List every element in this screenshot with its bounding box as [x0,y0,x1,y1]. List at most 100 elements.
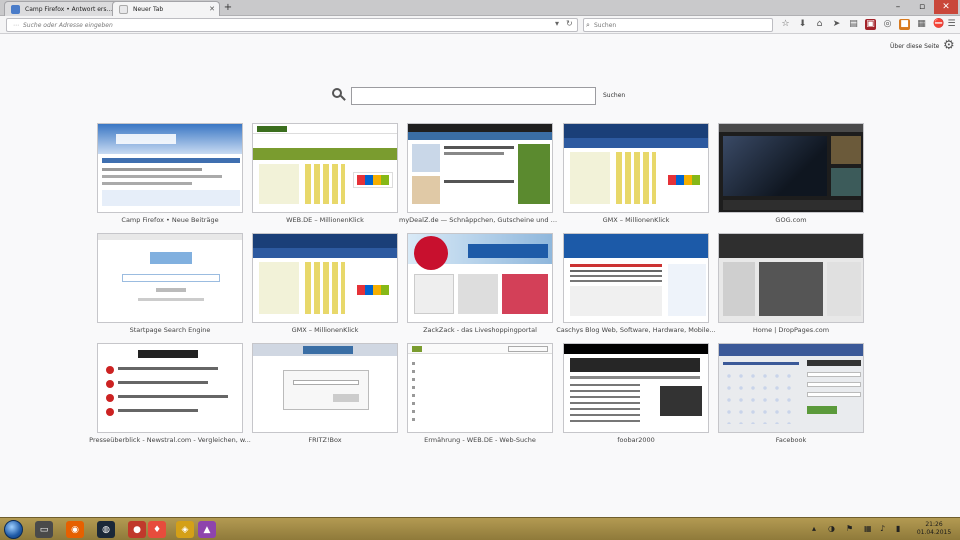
identity-icon[interactable]: ⋯ [13,22,19,29]
url-placeholder: Suche oder Adresse eingeben [23,21,113,29]
tile-thumbnail [252,343,398,433]
explorer-icon[interactable]: ▭ [35,521,53,538]
tray-flag-icon[interactable]: ⚑ [846,524,853,533]
tile-thumbnail [97,233,243,323]
tile-thumbnail [718,123,864,213]
addon-orange-icon[interactable]: ■ [899,19,910,30]
firefox-favicon-icon [11,5,20,14]
tray-app-icon[interactable]: ◑ [828,524,835,533]
tile-camp-firefox[interactable]: Camp Firefox • Neue Beiträge [97,123,243,225]
tile-thumbnail [407,233,553,323]
tile-title: FRITZ!Box [308,436,342,444]
close-window-button[interactable]: ✕ [934,0,958,14]
tile-title: GOG.com [775,216,807,224]
tile-title: foobar2000 [617,436,655,444]
addon-grey-icon[interactable]: ▦ [916,19,927,30]
tile-thumbnail [718,343,864,433]
bookmark-star-icon[interactable]: ☆ [780,19,791,30]
tile-thumbnail [718,233,864,323]
tab-new-tab[interactable]: Neuer Tab ✕ [112,1,220,16]
addon-red-icon[interactable]: ▣ [865,19,876,30]
tab-camp-firefox[interactable]: Camp Firefox • Antwort ers... [4,1,124,16]
tile-newstral[interactable]: Presseüberblick - Newstral.com - Verglei… [89,343,251,445]
tile-thumbnail [97,343,243,433]
tile-thumbnail [252,233,398,323]
download-icon[interactable]: ⬇ [797,19,808,30]
blank-page-icon [119,5,128,14]
tile-title: Ermährung - WEB.DE - Web-Suche [424,436,536,444]
windows-taskbar: ▭ ◉ ◍ ● ♦ ◈ ▲ ▴ ◑ ⚑ ▦ ♪ ▮ 21:26 01.04.20… [0,517,960,540]
url-bar[interactable]: ⋯ Suche oder Adresse eingeben [6,18,578,32]
app-purple-icon[interactable]: ▲ [198,521,216,538]
tile-thumbnail [563,233,709,323]
tile-title: Presseüberblick - Newstral.com - Verglei… [89,436,251,444]
bookmarks-list-icon[interactable]: ▤ [848,19,859,30]
tile-thumbnail [563,343,709,433]
tile-title: Facebook [775,436,807,444]
dropdown-history-icon[interactable]: ▾ [555,19,559,29]
search-input[interactable] [351,87,596,105]
tile-fritzbox[interactable]: FRITZ!Box [252,343,398,445]
tile-thumbnail [252,123,398,213]
tile-title: Home | DropPages.com [752,326,830,334]
tile-droppages[interactable]: Home | DropPages.com [718,233,864,335]
tile-caschys-blog[interactable]: Caschys Blog Web, Software, Hardware, Mo… [556,233,716,335]
tray-volume-icon[interactable]: ♪ [880,524,885,533]
about-page-link[interactable]: Über diese Seite [890,43,939,50]
search-bar[interactable]: ⌕ Suchen [583,18,773,32]
send-icon[interactable]: ➤ [831,19,842,30]
tile-title: Startpage Search Engine [129,326,211,334]
reload-icon[interactable]: ↻ [566,19,573,29]
tile-title: GMX – MillionenKlick [602,216,670,224]
adblock-icon[interactable]: ⛔ [933,19,944,30]
search-icon [332,88,346,102]
tile-startpage[interactable]: Startpage Search Engine [97,233,243,335]
close-tab-icon[interactable]: ✕ [209,5,215,14]
maximize-button[interactable]: ▫ [910,0,934,14]
tray-network-icon[interactable]: ▦ [864,524,872,533]
menu-icon[interactable]: ☰ [946,19,957,30]
tile-gog[interactable]: GOG.com [718,123,864,225]
app-yellow-icon[interactable]: ◈ [176,521,194,538]
tile-webde-suche[interactable]: Ermährung - WEB.DE - Web-Suche [407,343,553,445]
navigation-toolbar: ⋯ Suche oder Adresse eingeben ▾ ↻ ⌕ Such… [0,16,960,34]
tile-title: GMX – MillionenKlick [291,326,359,334]
app-red-icon[interactable]: ● [128,521,146,538]
app-tray-icon[interactable]: ♦ [148,521,166,538]
tile-gmx-millionenklick-2[interactable]: GMX – MillionenKlick [252,233,398,335]
tile-thumbnail [563,123,709,213]
tile-title: Caschys Blog Web, Software, Hardware, Mo… [556,326,716,334]
clock-date: 01.04.2015 [916,529,952,536]
tile-title: WEB.DE – MillionenKlick [286,216,364,224]
tray-battery-icon[interactable]: ▮ [896,524,900,533]
tile-zackzack[interactable]: ZackZack - das Liveshoppingportal [407,233,553,335]
gear-icon[interactable]: ⚙ [943,38,955,53]
taskbar-clock[interactable]: 21:26 01.04.2015 [912,521,956,537]
tile-facebook[interactable]: Facebook [718,343,864,445]
tile-webde-millionenklick[interactable]: WEB.DE – MillionenKlick [252,123,398,225]
search-button[interactable]: Suchen [600,89,628,103]
search-bar-placeholder: Suchen [594,21,617,29]
tile-thumbnail [407,123,553,213]
tile-foobar2000[interactable]: foobar2000 [563,343,709,445]
tile-title: ZackZack - das Liveshoppingportal [423,326,537,334]
tab-label: Neuer Tab [133,5,164,13]
tile-gmx-millionenklick[interactable]: GMX – MillionenKlick [563,123,709,225]
tray-arrow-icon[interactable]: ▴ [812,524,816,533]
start-button[interactable] [4,520,23,539]
steam-icon[interactable]: ◍ [97,521,115,538]
tile-thumbnail [97,123,243,213]
tab-label: Camp Firefox • Antwort ers... [25,5,113,13]
minimize-button[interactable]: – [886,0,910,14]
tab-strip: Camp Firefox • Antwort ers... Neuer Tab … [0,0,960,16]
tile-mydealz[interactable]: myDealZ.de — Schnäppchen, Gutscheine und… [399,123,561,225]
clock-time: 21:26 [925,521,943,528]
firefox-icon[interactable]: ◉ [66,521,84,538]
addon-icon[interactable]: ◎ [882,19,893,30]
tile-thumbnail [407,343,553,433]
new-tab-button[interactable]: + [222,2,234,14]
home-icon[interactable]: ⌂ [814,19,825,30]
search-engine-icon[interactable]: ⌕ [586,21,590,30]
tile-title: myDealZ.de — Schnäppchen, Gutscheine und… [399,216,561,224]
tile-title: Camp Firefox • Neue Beiträge [121,216,219,224]
